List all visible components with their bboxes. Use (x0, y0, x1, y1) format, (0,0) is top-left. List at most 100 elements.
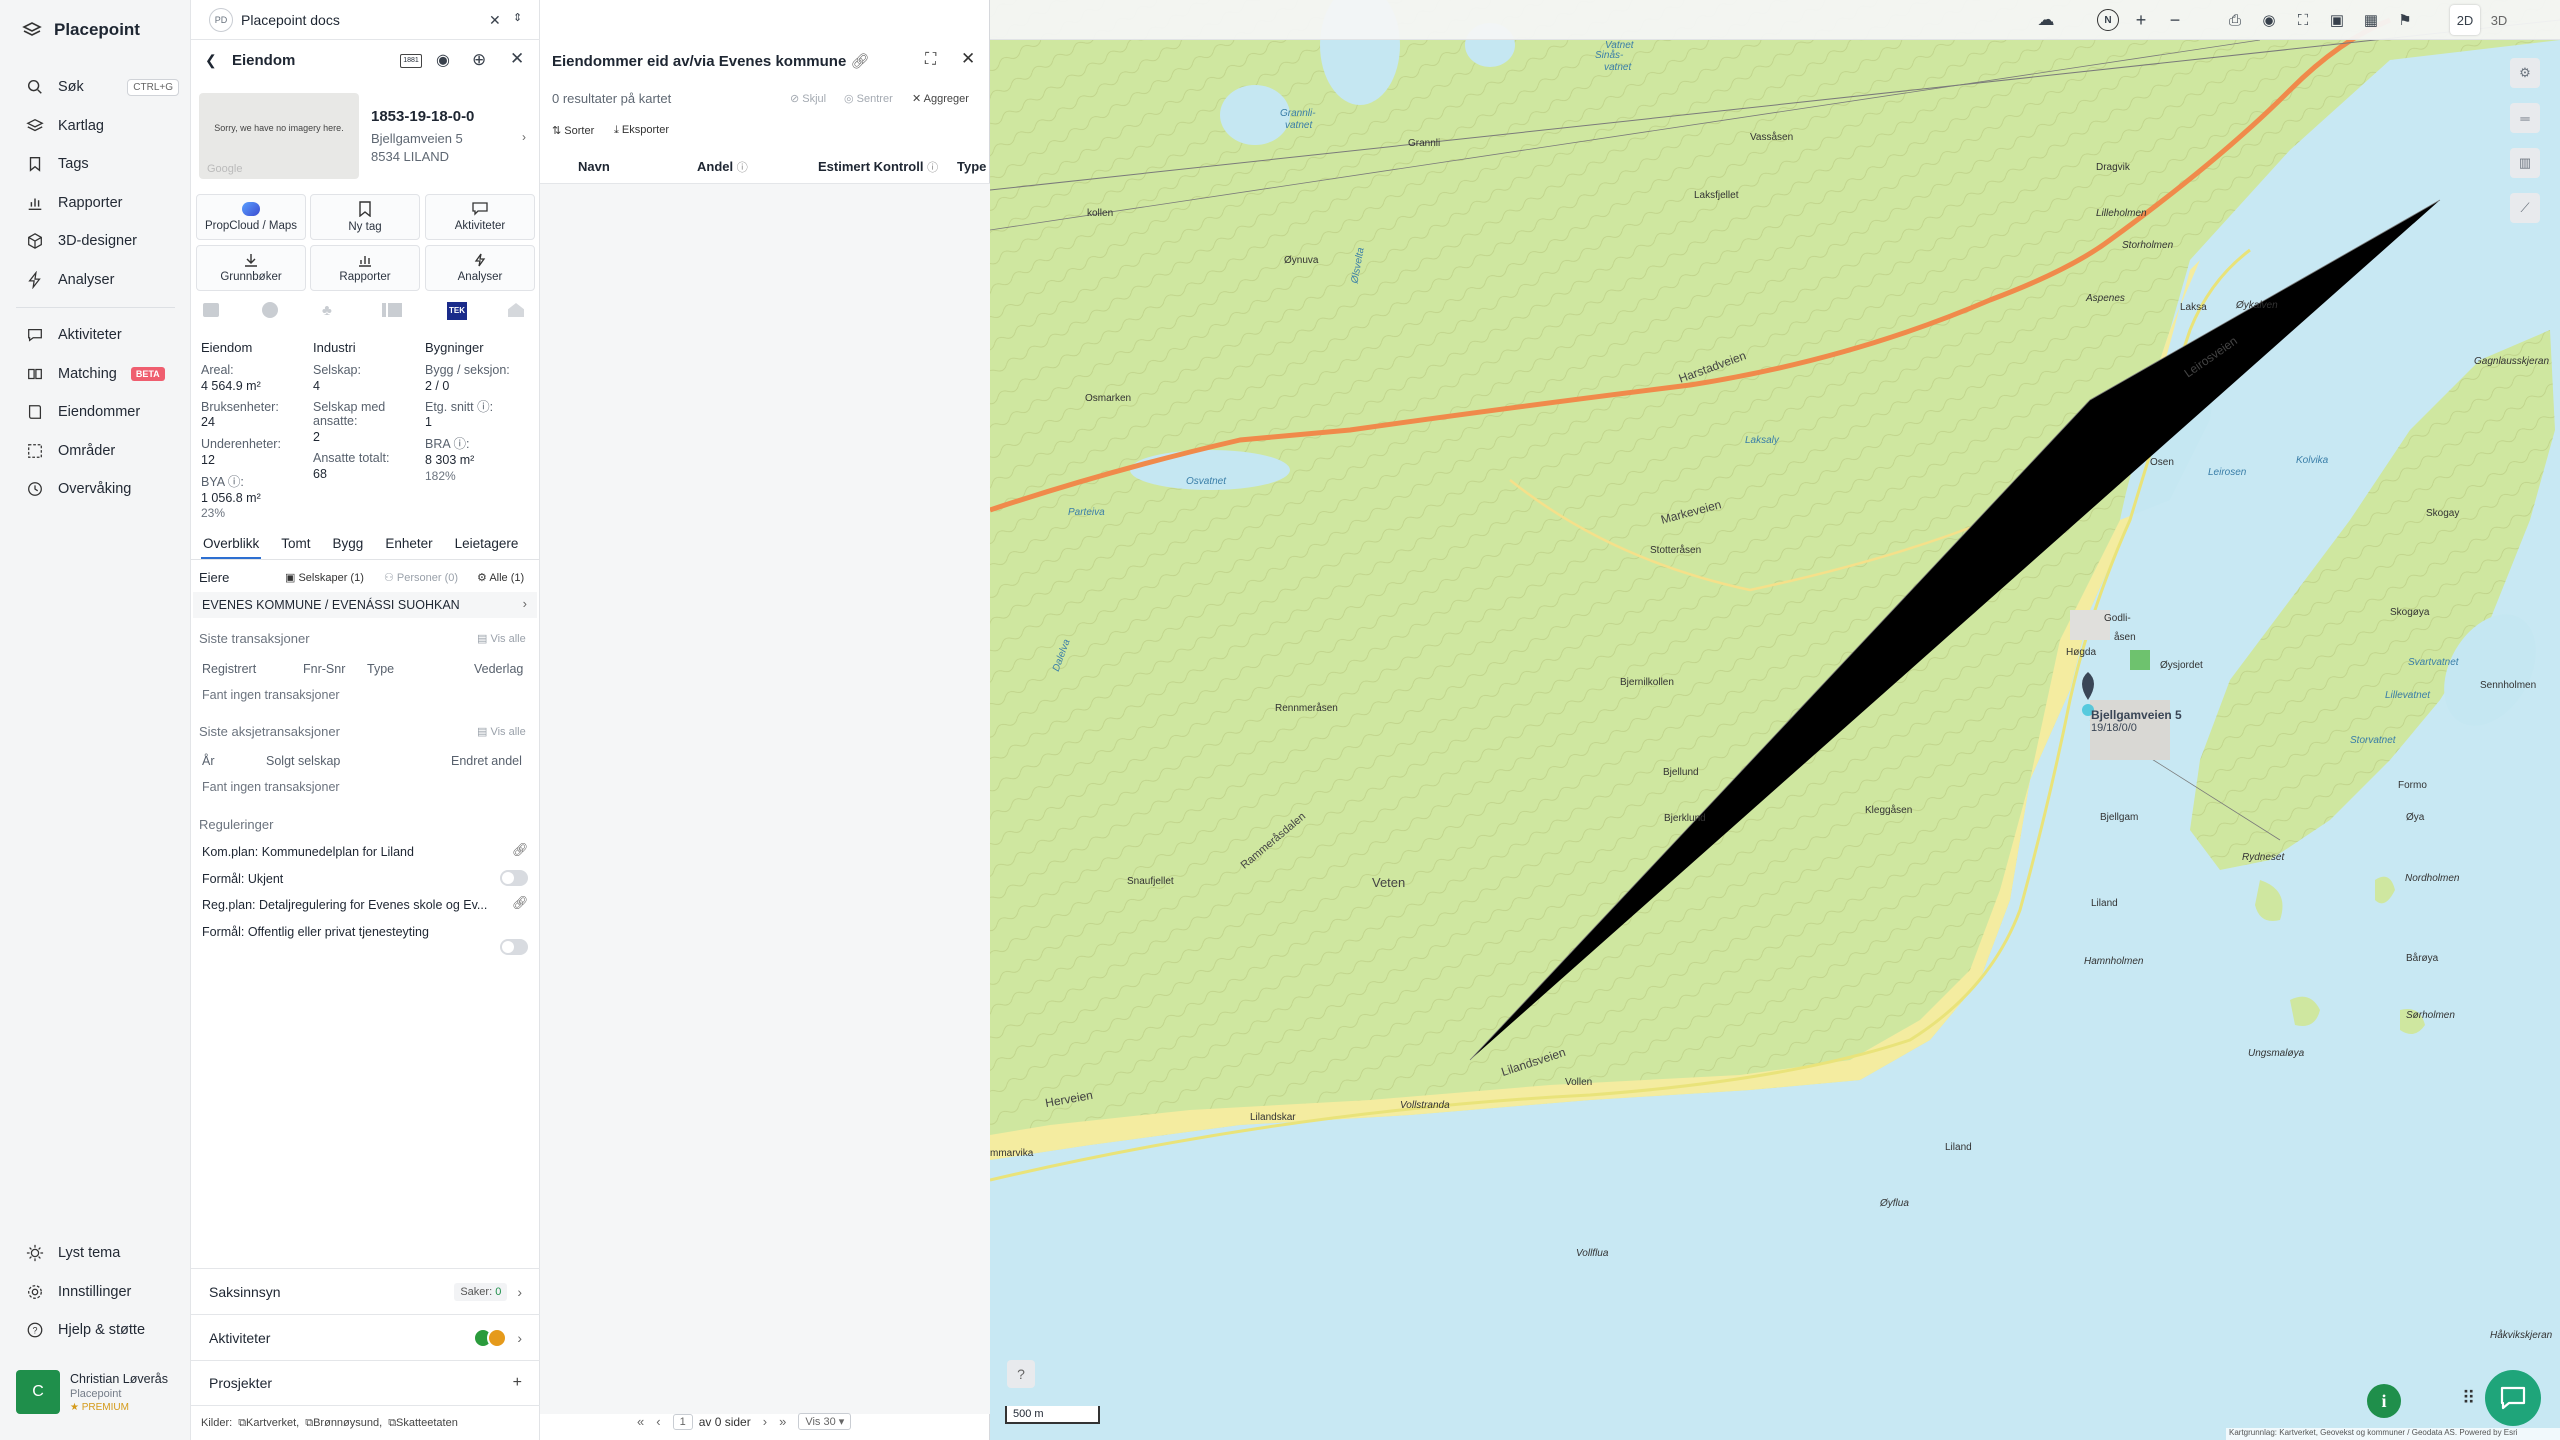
tab-overblikk[interactable]: Overblikk (201, 532, 262, 559)
tab-bygg[interactable]: Bygg (331, 532, 366, 559)
cloud-layer-icon[interactable]: ☁ (2031, 5, 2061, 35)
measure-icon[interactable]: ⟋ (2510, 193, 2540, 223)
stats-icon[interactable] (382, 303, 402, 317)
help-icon[interactable]: ? (1007, 1360, 1035, 1388)
link-icon[interactable]: 🔗︎ (512, 895, 529, 911)
nav-matching[interactable]: Matching BETA (0, 355, 191, 394)
map-settings-icon[interactable]: ⚙ (2510, 58, 2540, 88)
nav-lyst-tema[interactable]: Lyst tema (0, 1234, 191, 1273)
link-icon[interactable]: 🔗︎ (850, 53, 869, 70)
col-andel[interactable]: Andel ⓘ (697, 159, 748, 175)
back-icon[interactable]: ❮ (205, 52, 217, 69)
analyser-button[interactable]: Analyser (425, 245, 535, 291)
bookmark-icon[interactable]: ⚑ (2390, 5, 2420, 35)
nav-aktiviteter[interactable]: Aktiviteter (0, 316, 191, 355)
skjul-button[interactable]: ⊘ Skjul (790, 92, 826, 105)
source-bronnoysund[interactable]: ⧉Brønnøysund, (305, 1417, 382, 1430)
propcloud-button[interactable]: PropCloud / Maps (196, 194, 306, 240)
col-type[interactable]: Type (957, 159, 986, 174)
user-profile[interactable]: C Christian Løverås Placepoint ★ PREMIUM (16, 1370, 186, 1420)
page-input[interactable]: 1 (672, 1413, 693, 1430)
building-type-icon[interactable] (203, 303, 219, 317)
sentrer-button[interactable]: ◎ Sentrer (844, 92, 893, 105)
nav-tags[interactable]: Tags (0, 145, 191, 184)
eye-icon[interactable]: ◉ (2254, 5, 2284, 35)
ny-tag-button[interactable]: Ny tag (310, 194, 420, 240)
source-kartverket[interactable]: ⧉Kartverket, (238, 1417, 299, 1430)
link-icon[interactable]: 🔗︎ (512, 842, 529, 858)
energy-icon[interactable] (262, 302, 278, 318)
nav-omrader[interactable]: Områder (0, 432, 191, 471)
owners-filter-alle[interactable]: ⚙ Alle (1) (477, 571, 524, 584)
drag-handle-icon[interactable]: ⠿ (2462, 1388, 2475, 1409)
per-page-select[interactable]: Vis 30 ▾ (798, 1413, 852, 1430)
tab-tomt[interactable]: Tomt (279, 532, 312, 559)
saksinnsyn-row[interactable]: Saksinnsyn Saker: 0 › (191, 1268, 540, 1314)
chevron-updown-icon[interactable]: ⇕ (513, 11, 522, 24)
prosjekter-row[interactable]: Prosjekter + (191, 1360, 540, 1406)
chevron-right-icon[interactable]: › (522, 130, 526, 144)
prev-page-icon[interactable]: ‹ (656, 1414, 660, 1429)
col-navn[interactable]: Navn (578, 159, 610, 174)
next-page-icon[interactable]: › (763, 1414, 767, 1429)
id-card-icon[interactable]: 1881 (400, 54, 422, 68)
nav-hjelp[interactable]: ? Hjelp & støtte (0, 1311, 191, 1350)
first-page-icon[interactable]: « (637, 1414, 644, 1429)
close-tab-icon[interactable]: ✕ (489, 12, 501, 29)
nav-eiendommer[interactable]: Eiendommer (0, 393, 191, 432)
chart-icon[interactable]: ▥ (2510, 148, 2540, 178)
sort-button[interactable]: ⇅ Sorter (552, 124, 594, 137)
grunnboker-button[interactable]: Grunnbøker (196, 245, 306, 291)
docs-title[interactable]: Placepoint docs (241, 12, 340, 28)
add-project-button[interactable]: + (513, 1374, 522, 1392)
aksje-vis-alle[interactable]: ▤ Vis alle (477, 725, 526, 738)
grid-icon[interactable]: ▦ (2356, 5, 2386, 35)
owner-name: EVENES KOMMUNE / EVENÁSSI SUOHKAN (202, 598, 460, 612)
last-page-icon[interactable]: » (779, 1414, 786, 1429)
owners-filter-personer[interactable]: ⚇ Personer (0) (384, 571, 458, 584)
camera-icon[interactable]: ▣ (2322, 5, 2352, 35)
map-canvas[interactable]: Bjellgamveien 5 19/18/0/0 Vatnet Sinås- … (990, 0, 2560, 1440)
close-icon[interactable]: ✕ (510, 49, 524, 69)
owner-row[interactable]: EVENES KOMMUNE / EVENÁSSI SUOHKAN › (193, 592, 537, 618)
zoom-in-button[interactable]: + (2126, 5, 2156, 35)
print-icon[interactable]: ⎙ (2220, 5, 2250, 35)
aggreger-button[interactable]: ✕ Aggreger (912, 92, 969, 105)
nav-analyser[interactable]: Analyser (0, 261, 191, 300)
nav-kartlag[interactable]: Kartlag (0, 107, 191, 146)
results-title: Eiendommer eid av/via Evenes kommune 🔗︎ (552, 52, 870, 70)
street-imagery[interactable]: Sorry, we have no imagery here. Google (199, 93, 359, 179)
tab-leietagere[interactable]: Leietagere (453, 532, 521, 559)
aktiviteter-button[interactable]: Aktiviteter (425, 194, 535, 240)
nav-overvaking[interactable]: Overvåking (0, 470, 191, 509)
expand-icon[interactable]: ⛶ (925, 51, 936, 69)
col-estimert[interactable]: Estimert Kontroll ⓘ (818, 159, 938, 175)
zoom-out-button[interactable]: − (2160, 5, 2190, 35)
source-skatteetaten[interactable]: ⧉Skatteetaten (388, 1417, 458, 1430)
aktiviteter-row[interactable]: Aktiviteter › (191, 1314, 540, 1360)
target-icon[interactable]: ⊕ (472, 50, 486, 70)
info-button[interactable]: i (2367, 1384, 2401, 1418)
nav-search[interactable]: Søk CTRL+G (0, 68, 191, 107)
mode-2d-button[interactable]: 2D (2450, 5, 2480, 35)
industry-icon[interactable]: ♣ (322, 302, 340, 319)
chat-button[interactable] (2485, 1370, 2541, 1426)
mode-3d-button[interactable]: 3D (2484, 5, 2514, 35)
owners-filter-selskaper[interactable]: ▣ Selskaper (1) (285, 571, 364, 584)
brand[interactable]: Placepoint (22, 20, 140, 40)
nav-rapporter[interactable]: Rapporter (0, 184, 191, 223)
tab-enheter[interactable]: Enheter (383, 532, 434, 559)
tek-badge[interactable]: TEK (447, 302, 467, 320)
nav-3d-designer[interactable]: 3D-designer (0, 222, 191, 261)
trans-vis-alle[interactable]: ▤ Vis alle (477, 632, 526, 645)
ruler-icon[interactable]: ═ (2510, 103, 2540, 133)
nav-innstillinger[interactable]: Innstillinger (0, 1273, 191, 1312)
formal-toggle-2[interactable] (500, 939, 528, 955)
export-button[interactable]: ⤓ Eksporter (614, 124, 669, 137)
formal-toggle-1[interactable] (500, 870, 528, 886)
rapporter-button[interactable]: Rapporter (310, 245, 420, 291)
compass-button[interactable]: N (2093, 5, 2123, 35)
close-icon[interactable]: ✕ (961, 49, 975, 69)
eye-icon[interactable]: ◉ (436, 50, 450, 70)
fullscreen-icon[interactable]: ⛶ (2288, 5, 2318, 35)
